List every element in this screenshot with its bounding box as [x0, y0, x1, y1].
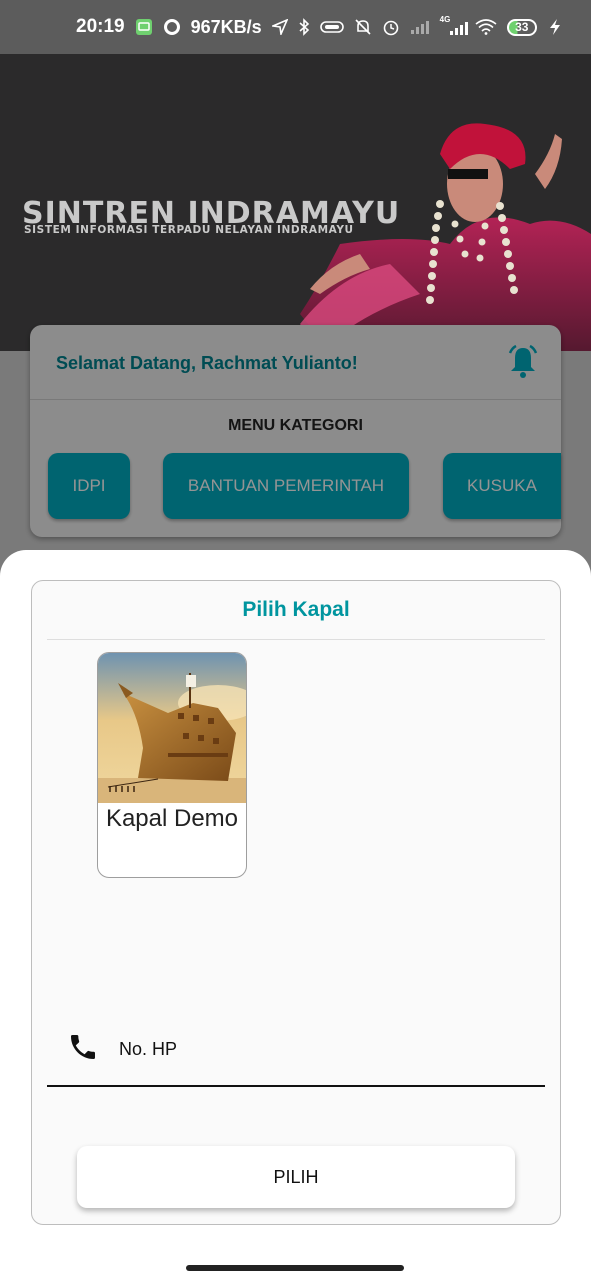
- charging-icon: [547, 17, 563, 37]
- signal-icon: [410, 17, 430, 37]
- card-divider: [30, 399, 561, 400]
- signal-4g-icon: 4G: [440, 15, 468, 37]
- select-ship-panel: Pilih Kapal Kapal Demo No. HP PILIH: [31, 580, 561, 1225]
- phone-icon: [71, 1035, 95, 1059]
- mute-icon: [354, 17, 372, 37]
- ship-image: [98, 653, 246, 803]
- welcome-card: Selamat Datang, Rachmat Yulianto! MENU K…: [30, 325, 561, 537]
- pilih-button[interactable]: PILIH: [77, 1146, 515, 1208]
- select-ship-sheet: Pilih Kapal Kapal Demo No. HP PILIH: [0, 550, 591, 1256]
- menu-item-bantuan-pemerintah[interactable]: BANTUAN PEMERINTAH: [163, 453, 409, 519]
- dancer-illustration: [300, 123, 591, 351]
- status-bar: 20:19 967KB/s 4G 33: [0, 0, 591, 54]
- menu-category-title: MENU KATEGORI: [228, 417, 363, 434]
- navigation-bar: [0, 1256, 591, 1280]
- status-time: 20:19: [76, 16, 125, 37]
- menu-item-idpi[interactable]: IDPI: [48, 453, 130, 519]
- phone-number-label: No. HP: [119, 1039, 178, 1059]
- vpn-icon: [319, 17, 344, 37]
- whatsapp-icon: [163, 17, 181, 37]
- welcome-text: Selamat Datang, Rachmat Yulianto!: [56, 353, 358, 373]
- home-gesture-handle[interactable]: [186, 1265, 404, 1271]
- battery-level: 33: [515, 20, 529, 34]
- ship-card[interactable]: Kapal Demo: [97, 652, 247, 878]
- screenshot-icon: [135, 17, 153, 37]
- battery-icon: 33: [506, 18, 537, 36]
- menu-item-kusuka[interactable]: KUSUKA: [443, 453, 561, 519]
- alarm-icon: [382, 17, 400, 37]
- sheet-title: Pilih Kapal: [242, 598, 350, 621]
- notification-bell-icon[interactable]: [507, 345, 539, 379]
- bluetooth-icon: [298, 17, 310, 37]
- network-speed: 967KB/s: [190, 16, 262, 37]
- wifi-icon: [475, 17, 497, 37]
- phone-number-field[interactable]: No. HP: [47, 1011, 545, 1087]
- sheet-divider: [47, 639, 545, 640]
- header-banner: SINTREN INDRAMAYU SISTEM INFORMASI TERPA…: [0, 54, 591, 351]
- location-icon: [271, 17, 288, 37]
- ship-name: Kapal Demo: [105, 805, 239, 832]
